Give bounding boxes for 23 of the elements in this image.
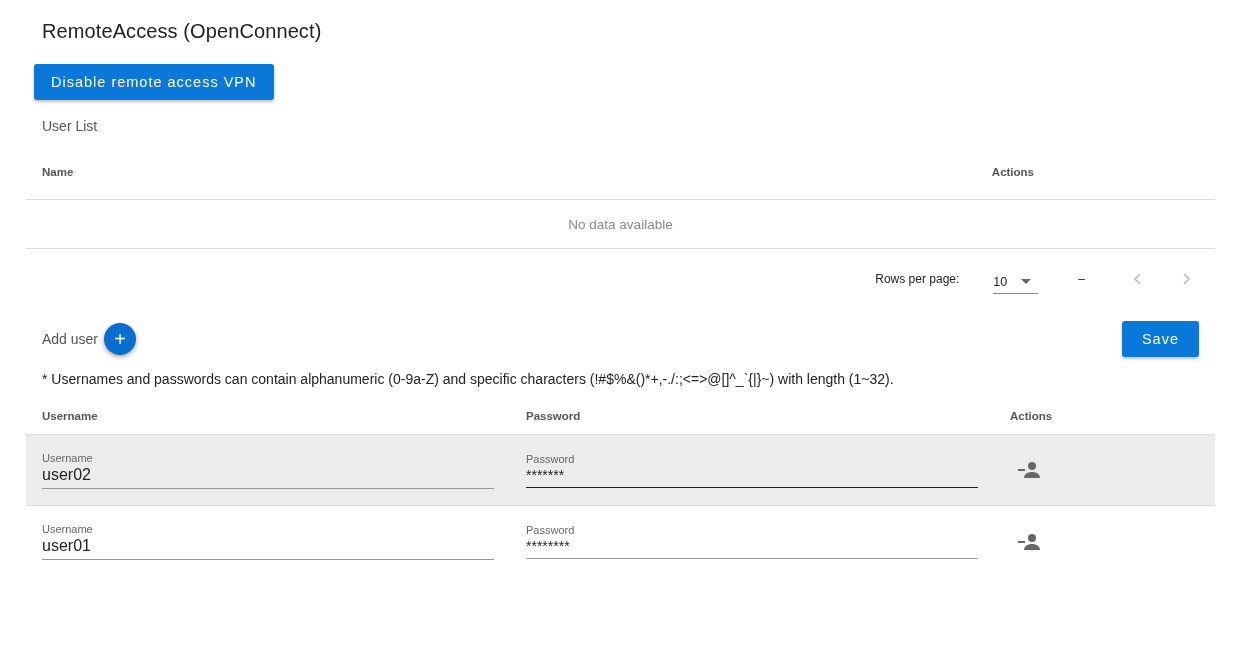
column-header: Name bbox=[42, 165, 74, 178]
rows-per-page-select[interactable]: 10 bbox=[993, 264, 1039, 294]
disable-vpn-button[interactable]: Disable remote access VPN bbox=[34, 64, 274, 100]
column-header: Actions bbox=[1010, 409, 1054, 422]
remove-user-icon[interactable] bbox=[1018, 462, 1042, 478]
note-text: * Usernames and passwords can contain alphanumeric (0-9a-Z) and specific characters (!#$%&()*+,-./:;<=>@[]^_`{|}~) with length (1~32). bbox=[42, 371, 895, 387]
password-field[interactable]: Password ******** bbox=[526, 524, 978, 559]
section-label: User List bbox=[41, 117, 99, 134]
column-header: Username bbox=[42, 409, 99, 422]
rows-per-page-label: Rows per page: bbox=[875, 272, 960, 286]
page-title: RemoteAccess (OpenConnect) bbox=[41, 19, 323, 43]
caret-icon bbox=[1021, 279, 1032, 284]
username-field[interactable]: Username user02 bbox=[42, 451, 494, 489]
save-button[interactable]: Save bbox=[1121, 321, 1199, 357]
empty-message: No data available bbox=[568, 216, 673, 232]
add-user-label: Add user bbox=[42, 331, 99, 347]
column-header: Password bbox=[526, 409, 582, 422]
column-header: Actions bbox=[991, 165, 1034, 178]
add-user-button[interactable]: + bbox=[104, 323, 137, 355]
password-field[interactable]: Password ******* bbox=[526, 452, 978, 488]
remove-user-icon[interactable] bbox=[1018, 533, 1042, 550]
page-range: – bbox=[1078, 272, 1085, 286]
username-field[interactable]: Username user01 bbox=[42, 523, 494, 560]
